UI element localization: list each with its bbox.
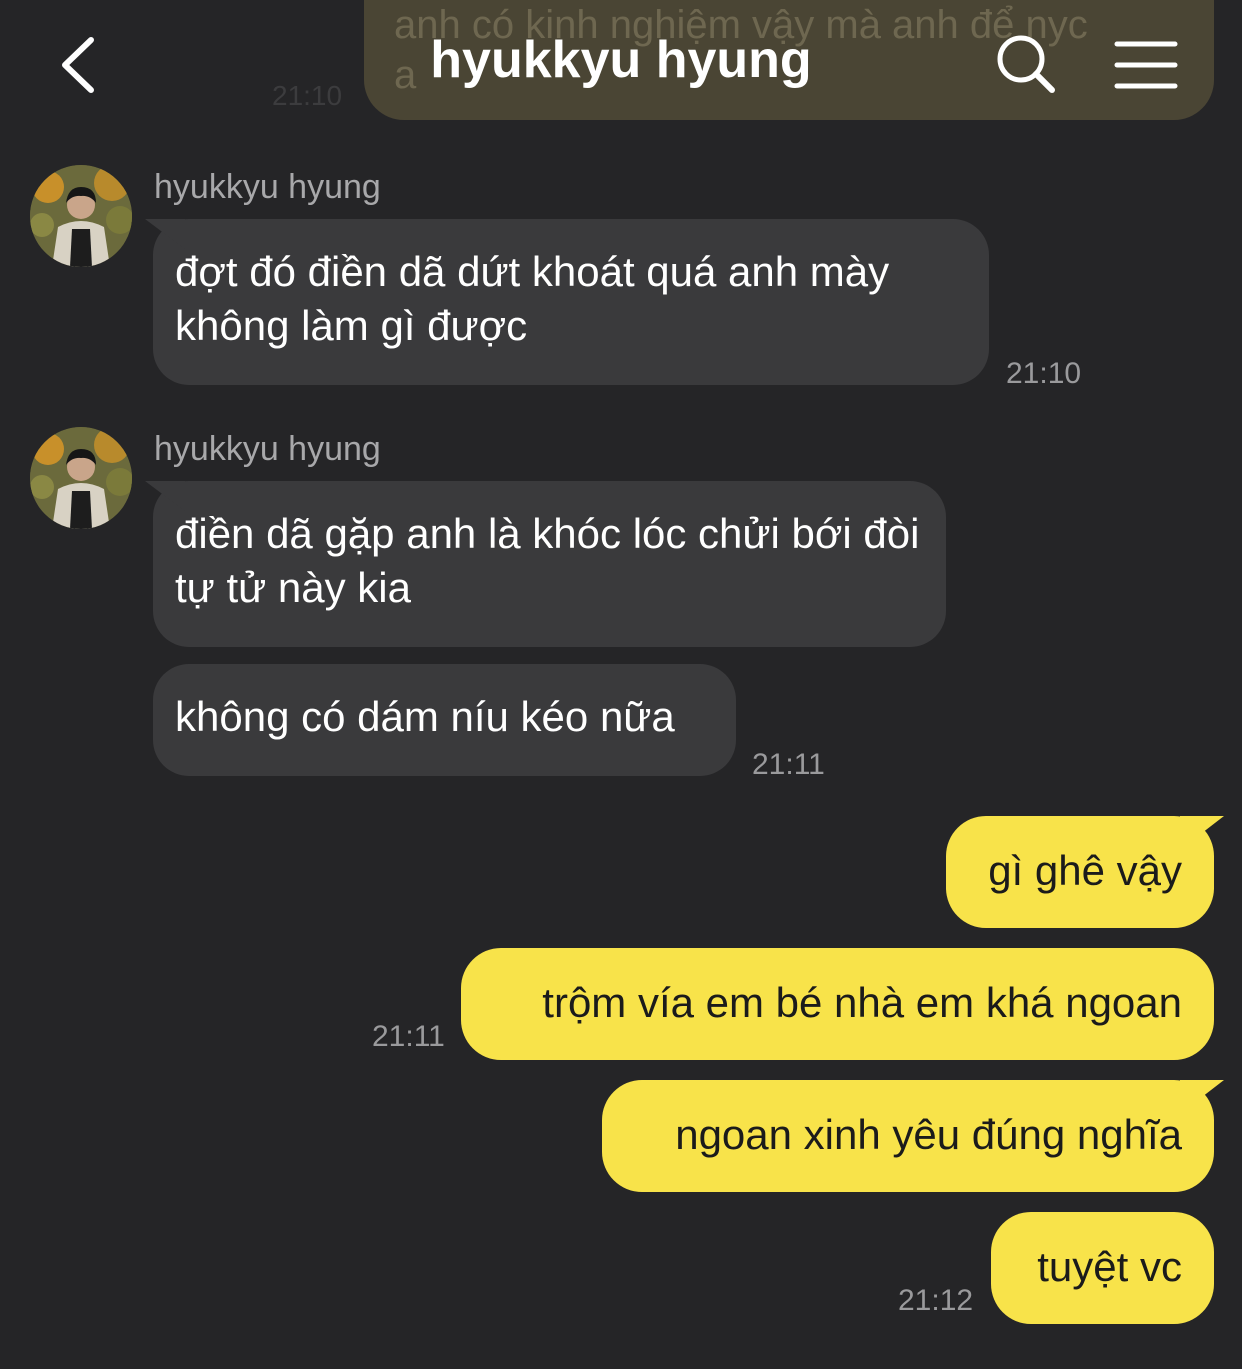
message-text: đợt đó điền dã dứt khoát quá anh mày khô… (175, 248, 890, 349)
message-text: ngoan xinh yêu đúng nghĩa (675, 1111, 1182, 1158)
menu-button[interactable] (1114, 40, 1178, 90)
search-icon (997, 35, 1055, 93)
chevron-left-icon (62, 37, 94, 93)
outgoing-message-bubble[interactable]: gì ghê vậy (946, 816, 1214, 928)
back-button[interactable] (55, 30, 115, 100)
sender-name: hyukkyu hyung (154, 168, 381, 206)
outgoing-message-bubble[interactable]: trộm vía em bé nhà em khá ngoan (461, 948, 1214, 1060)
avatar[interactable] (30, 427, 132, 529)
incoming-message-bubble[interactable]: đợt đó điền dã dứt khoát quá anh mày khô… (153, 219, 989, 385)
chat-title[interactable]: hyukkyu hyung (430, 31, 811, 89)
menu-icon (1114, 41, 1178, 89)
scrolled-message-time: 21:10 (272, 80, 343, 111)
avatar[interactable] (30, 165, 132, 267)
message-text: điền dã gặp anh là khóc lóc chửi bới đòi… (175, 510, 920, 611)
message-timestamp: 21:11 (372, 1020, 445, 1053)
message-text: trộm vía em bé nhà em khá ngoan (542, 979, 1182, 1026)
avatar-photo (30, 427, 132, 529)
message-timestamp: 21:12 (898, 1284, 974, 1317)
avatar-photo (30, 165, 132, 267)
message-timestamp: 21:11 (752, 748, 825, 781)
message-text: gì ghê vậy (988, 847, 1182, 894)
outgoing-message-bubble[interactable]: ngoan xinh yêu đúng nghĩa (602, 1080, 1214, 1192)
sender-name: hyukkyu hyung (154, 430, 381, 468)
chat-header: anh có kinh nghiệm vậy mà anh để nyc a 2… (0, 0, 1242, 130)
search-button[interactable] (995, 33, 1057, 95)
message-text: không có dám níu kéo nữa (175, 693, 675, 740)
message-text: tuyệt vc (1037, 1243, 1182, 1290)
incoming-message-bubble[interactable]: điền dã gặp anh là khóc lóc chửi bới đòi… (153, 481, 946, 647)
incoming-message-bubble[interactable]: không có dám níu kéo nữa (153, 664, 736, 776)
message-timestamp: 21:10 (1006, 357, 1082, 390)
outgoing-message-bubble[interactable]: tuyệt vc (991, 1212, 1214, 1324)
